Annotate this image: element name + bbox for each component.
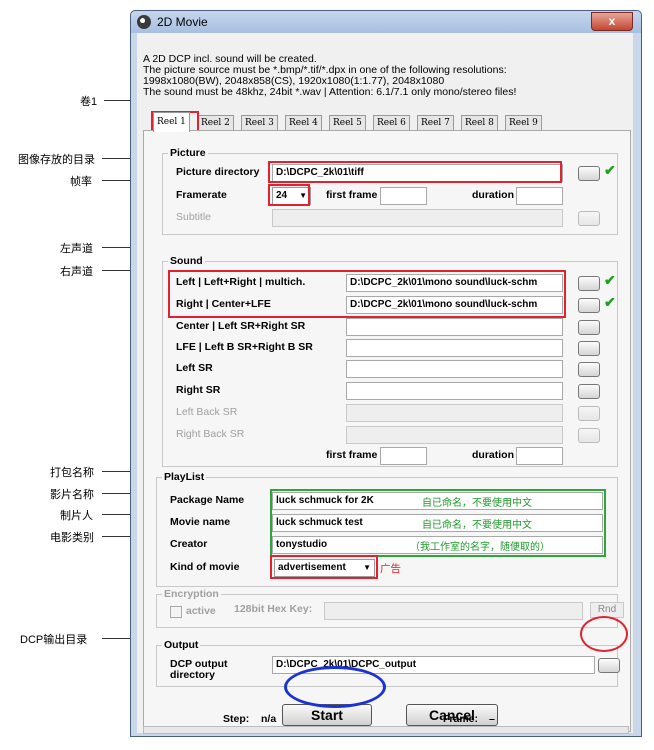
reel-tab-panel: Picture Picture directory D:\DCPC_2k\01\… <box>143 130 631 732</box>
tab-reel-3[interactable]: Reel 3 <box>241 115 278 131</box>
step-label: Step: <box>223 713 250 725</box>
picture-directory-label: Picture directory <box>176 166 260 178</box>
intro-line: The sound must be 48khz, 24bit *.wav | A… <box>143 86 517 98</box>
highlight-ellipse <box>580 616 628 652</box>
step-value: n/a <box>261 713 277 725</box>
annotation-left: 左声道 <box>60 243 93 255</box>
sound-left-back-sr-label: Left Back SR <box>176 406 238 418</box>
sound-center-label: Center | Left SR+Right SR <box>176 320 306 332</box>
annotation-right: 右声道 <box>60 266 93 278</box>
encryption-group-label: Encryption <box>162 588 221 600</box>
close-button[interactable]: x <box>591 12 633 31</box>
dcp-output-label-line2: directory <box>170 669 215 681</box>
picture-duration-field[interactable] <box>516 187 563 205</box>
annotation-output: DCP输出目录 <box>20 634 88 646</box>
annotation-reel: 卷1 <box>80 96 98 108</box>
dialog-window: 2D Movie x A 2D DCP incl. sound will be … <box>130 10 642 737</box>
sound-left-sr-browse-button[interactable] <box>578 362 600 377</box>
subtitle-label: Subtitle <box>176 211 212 223</box>
tab-reel-5[interactable]: Reel 5 <box>329 115 366 131</box>
highlight-box <box>268 184 310 206</box>
sound-right-back-sr-browse-button <box>578 428 600 443</box>
checkmark-icon: ✔ <box>604 162 616 178</box>
title-bar[interactable]: 2D Movie x <box>131 11 641 33</box>
picture-first-frame-field[interactable] <box>380 187 427 205</box>
kind-of-movie-label: Kind of movie <box>170 561 240 573</box>
highlight-box <box>270 555 378 579</box>
sound-left-back-sr-field <box>346 404 563 422</box>
picture-duration-label: duration <box>472 189 514 201</box>
sound-left-back-sr-browse-button <box>578 406 600 421</box>
tab-reel-8[interactable]: Reel 8 <box>461 115 498 131</box>
annotation-movie: 影片名称 <box>50 489 94 501</box>
dialog-client: A 2D DCP incl. sound will be created. Th… <box>137 33 633 734</box>
picture-directory-browse-button[interactable] <box>578 166 600 181</box>
hex-key-field <box>324 602 583 620</box>
sound-lfe-browse-button[interactable] <box>578 341 600 356</box>
frame-label: Frame: <box>443 713 479 725</box>
sound-right-back-sr-field <box>346 426 563 444</box>
movie-name-label: Movie name <box>170 516 231 528</box>
sound-duration-field[interactable] <box>516 447 563 465</box>
package-name-label: Package Name <box>170 494 245 506</box>
tab-reel-9[interactable]: Reel 9 <box>505 115 542 131</box>
subtitle-field <box>272 209 563 227</box>
sound-duration-label: duration <box>472 449 514 461</box>
sound-right-sr-browse-button[interactable] <box>578 384 600 399</box>
sound-right-browse-button[interactable] <box>578 298 600 313</box>
playlist-group-label: PlayList <box>162 471 207 483</box>
sound-right-sr-field[interactable] <box>346 382 563 400</box>
tab-reel-4[interactable]: Reel 4 <box>285 115 322 131</box>
creator-label: Creator <box>170 538 208 550</box>
sound-left-sr-label: Left SR <box>176 362 213 374</box>
annotation-picture-dir: 图像存放的目录 <box>18 154 95 166</box>
encryption-active-checkbox <box>170 606 182 618</box>
sound-left-browse-button[interactable] <box>578 276 600 291</box>
progress-bar <box>143 726 629 734</box>
tab-reel-2[interactable]: Reel 2 <box>197 115 234 131</box>
sound-first-frame-field[interactable] <box>380 447 427 465</box>
annotation-framerate: 帧率 <box>70 176 92 188</box>
window-title: 2D Movie <box>157 15 208 29</box>
app-icon <box>137 15 151 29</box>
dcp-output-browse-button[interactable] <box>598 658 620 673</box>
output-group-label: Output <box>162 639 201 651</box>
tab-reel-6[interactable]: Reel 6 <box>373 115 410 131</box>
tab-reel-1[interactable]: Reel 1 <box>153 112 190 132</box>
hex-key-label: 128bit Hex Key: <box>234 603 313 615</box>
sound-right-back-sr-label: Right Back SR <box>176 428 245 440</box>
subtitle-browse-button <box>578 211 600 226</box>
highlight-box <box>168 270 566 318</box>
encryption-active-label: active <box>186 605 216 617</box>
tab-reel-7[interactable]: Reel 7 <box>417 115 454 131</box>
highlight-box <box>268 161 562 183</box>
sound-center-field[interactable] <box>346 318 563 336</box>
sound-first-frame-label: first frame <box>326 449 378 461</box>
sound-right-sr-label: Right SR <box>176 384 221 396</box>
annotation-kind: 电影类别 <box>50 532 94 544</box>
annotation-package: 打包名称 <box>50 467 94 479</box>
sound-lfe-field[interactable] <box>346 339 563 357</box>
sound-group-label: Sound <box>168 255 205 267</box>
kind-of-movie-note: 广告 <box>380 563 401 575</box>
picture-group-label: Picture <box>168 147 208 159</box>
sound-center-browse-button[interactable] <box>578 320 600 335</box>
framerate-label: Framerate <box>176 189 227 201</box>
picture-first-frame-label: first frame <box>326 189 378 201</box>
checkmark-icon: ✔ <box>604 272 616 288</box>
frame-value: – <box>489 713 495 725</box>
checkmark-icon: ✔ <box>604 294 616 310</box>
annotation-creator: 制片人 <box>60 510 93 522</box>
sound-lfe-label: LFE | Left B SR+Right B SR <box>176 341 313 353</box>
highlight-box <box>270 489 606 557</box>
highlight-ellipse <box>284 666 386 708</box>
sound-left-sr-field[interactable] <box>346 360 563 378</box>
